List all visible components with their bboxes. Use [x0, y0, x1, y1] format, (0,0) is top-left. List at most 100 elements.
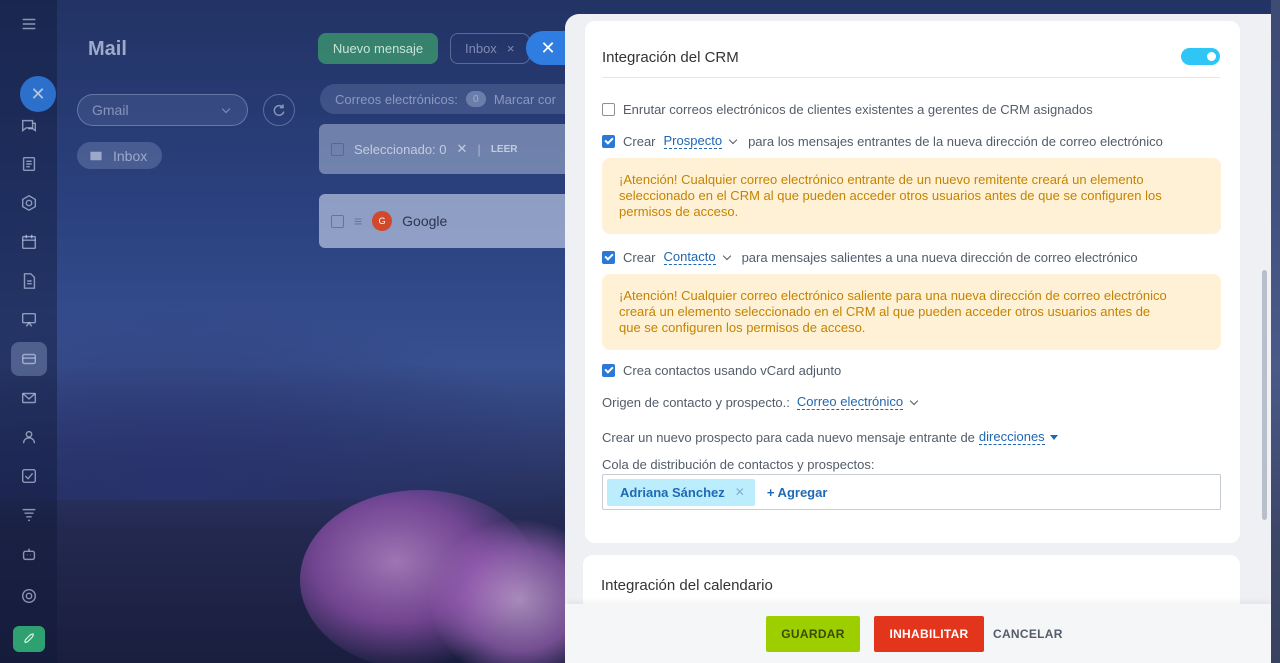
inbox-folder[interactable]: Inbox [77, 142, 162, 169]
mailbox-select-value: Gmail [92, 102, 129, 118]
queue-label-row: Cola de distribución de contactos y pros… [602, 457, 874, 472]
settings-icon[interactable] [17, 584, 41, 608]
feed-icon[interactable] [17, 152, 41, 176]
queue-selector[interactable]: Adriana Sánchez ✕ + Agregar [602, 474, 1221, 510]
chevron-down-icon [221, 104, 231, 113]
close-icon[interactable]: ✕ [457, 141, 468, 157]
mail-list-item[interactable]: ≡ G Google [319, 194, 579, 248]
source-dropdown[interactable]: Correo electrónico [796, 394, 921, 410]
incoming-checkbox[interactable] [602, 134, 615, 148]
refresh-button[interactable] [263, 94, 295, 126]
board-icon[interactable] [17, 308, 41, 332]
outgoing-warning: ¡Atención! Cualquier correo electrónico … [602, 274, 1221, 350]
route-label: Enrutar correos electrónicos de clientes… [623, 102, 1093, 117]
envelope-icon [90, 151, 102, 160]
warning-line: permisos de acceso. [619, 204, 739, 219]
calendar-icon[interactable] [17, 230, 41, 254]
new-lead-dropdown[interactable]: direcciones [978, 429, 1058, 445]
mail-row-checkbox[interactable] [331, 214, 344, 228]
divider [602, 77, 1220, 78]
warning-line: creará un elemento seleccionado en el CR… [619, 304, 1151, 319]
vcard-checkbox[interactable] [602, 364, 615, 377]
chevron-down-icon [722, 251, 731, 260]
outgoing-entity-value: Contacto [663, 249, 716, 265]
warning-line: que se configuren los permisos de acceso… [619, 320, 866, 335]
robot-icon[interactable] [17, 542, 41, 566]
outgoing-create-label: Crear [623, 249, 656, 265]
disable-button[interactable]: INHABILITAR [874, 616, 984, 652]
add-user-button[interactable]: + Agregar [767, 485, 828, 500]
incoming-text: para los mensajes entrantes de la nueva … [748, 133, 1163, 149]
emails-counter-badge: 0 [465, 91, 486, 107]
new-lead-option: Crear un nuevo prospecto para cada nuevo… [602, 429, 1058, 445]
tasks-icon[interactable] [17, 464, 41, 488]
sender-avatar: G [372, 211, 393, 231]
incoming-entity-value: Prospecto [663, 133, 723, 149]
selected-count: Seleccionado: 0 [354, 141, 447, 157]
calendar-integration-title: Integración del calendario [601, 577, 773, 594]
chat-icon[interactable] [17, 114, 41, 138]
select-all-checkbox[interactable] [331, 142, 344, 156]
right-edge [1271, 0, 1280, 663]
outgoing-entity-dropdown[interactable]: Contacto [663, 249, 734, 265]
background-hill [0, 300, 580, 500]
crm-integration-card: Integración del CRM Enrutar correos elec… [585, 21, 1240, 543]
queue-label: Cola de distribución de contactos y pros… [602, 457, 875, 472]
source-label: Origen de contacto y prospecto.: [602, 394, 790, 410]
mailbox-select[interactable]: Gmail [77, 94, 248, 126]
source-option: Origen de contacto y prospecto.: Correo … [602, 394, 921, 410]
mail-settings-slider: Integración del CRM Enrutar correos elec… [565, 14, 1271, 663]
drag-handle-icon[interactable]: ≡ [354, 213, 362, 229]
caret-down-icon [1049, 434, 1058, 440]
outgoing-text: para mensajes salientes a una nueva dire… [741, 249, 1138, 265]
outgoing-option: Crear Contacto para mensajes salientes a… [602, 249, 1138, 265]
emails-counter: Correos electrónicos: 0 Marcar cor [320, 84, 580, 114]
route-option[interactable]: Enrutar correos electrónicos de clientes… [602, 102, 1093, 117]
selection-bar: Seleccionado: 0 ✕ | LEER [319, 124, 579, 174]
incoming-warning: ¡Atención! Cualquier correo electrónico … [602, 158, 1221, 234]
new-lead-label: Crear un nuevo prospecto para cada nuevo… [602, 429, 975, 445]
page-title: Mail [88, 38, 127, 60]
close-slider-icon[interactable]: ✕ [526, 31, 566, 65]
source-value: Correo electrónico [796, 394, 904, 410]
document-icon[interactable] [17, 269, 41, 293]
inbox-tab[interactable]: Inbox × [450, 33, 530, 64]
crm-icon[interactable] [17, 347, 41, 371]
queue-user-tag: Adriana Sánchez ✕ [607, 478, 755, 506]
inbox-tab-label: Inbox [465, 41, 497, 56]
funnel-icon[interactable] [17, 503, 41, 527]
divider: | [477, 141, 481, 157]
menu-icon[interactable] [17, 12, 41, 36]
close-icon[interactable]: × [507, 41, 515, 56]
warning-line: ¡Atención! Cualquier correo electrónico … [619, 288, 1167, 303]
crm-integration-title: Integración del CRM [602, 49, 739, 66]
mail-icon[interactable] [17, 386, 41, 410]
inbox-folder-label: Inbox [113, 147, 148, 164]
rocket-icon[interactable] [13, 626, 45, 652]
mark-link[interactable]: Marcar cor [494, 92, 556, 107]
warning-line: seleccionado en el CRM al que pueden acc… [619, 188, 1162, 203]
crm-integration-toggle[interactable] [1181, 48, 1220, 65]
outgoing-checkbox[interactable] [602, 250, 615, 264]
save-button[interactable]: GUARDAR [766, 616, 860, 652]
chevron-down-icon [909, 396, 919, 405]
footer-actions: GUARDAR INHABILITAR CANCELAR [565, 604, 1271, 663]
new-message-button[interactable]: Nuevo mensaje [318, 33, 438, 64]
chevron-down-icon [728, 135, 738, 144]
route-checkbox[interactable] [602, 103, 615, 116]
remove-user-icon[interactable]: ✕ [735, 485, 745, 499]
queue-user-name: Adriana Sánchez [620, 484, 725, 500]
warning-line: ¡Atención! Cualquier correo electrónico … [619, 172, 1144, 187]
cancel-button[interactable]: CANCELAR [993, 616, 1063, 652]
contacts-icon[interactable] [17, 425, 41, 449]
read-button[interactable]: LEER [491, 144, 518, 155]
groups-icon[interactable] [17, 191, 41, 215]
new-lead-value: direcciones [978, 429, 1045, 445]
scrollbar[interactable] [1262, 270, 1267, 520]
close-panel-icon[interactable]: ✕ [20, 76, 56, 112]
incoming-option: Crear Prospecto para los mensajes entran… [602, 133, 1163, 149]
vcard-option[interactable]: Crea contactos usando vCard adjunto [602, 363, 841, 378]
incoming-entity-dropdown[interactable]: Prospecto [663, 133, 741, 149]
refresh-icon [273, 104, 285, 116]
sender-name: Google [402, 213, 448, 229]
